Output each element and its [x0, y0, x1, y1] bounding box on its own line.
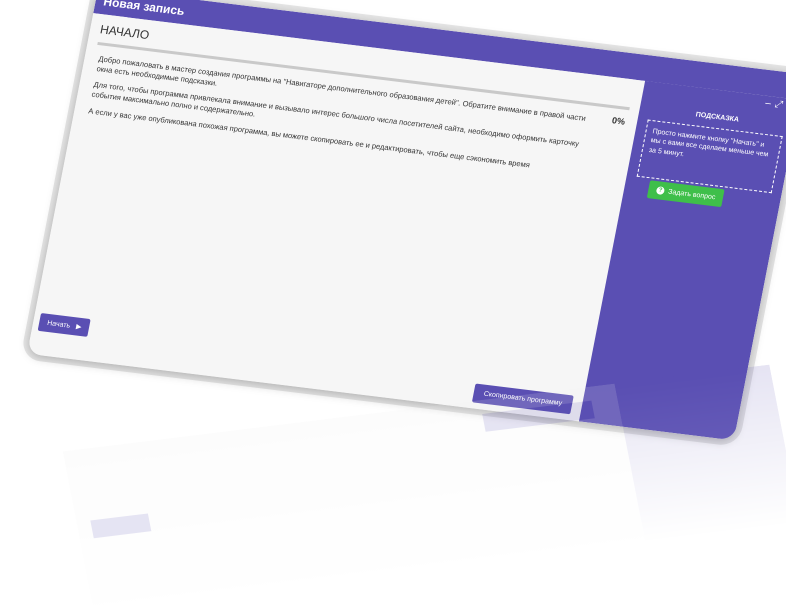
window-controls: – ⤢ ×: [764, 98, 786, 112]
wizard-window: Новая запись НАЧАЛО 0% Добро пожаловать …: [27, 0, 786, 440]
minimize-icon[interactable]: –: [764, 98, 772, 110]
play-icon: ▶: [75, 322, 82, 331]
ask-question-label: Задать вопрос: [668, 188, 716, 201]
scene: Новая запись НАЧАЛО 0% Добро пожаловать …: [0, 0, 786, 590]
progress-fill: [97, 42, 98, 45]
main-panel: НАЧАЛО 0% Добро пожаловать в мастер созд…: [27, 13, 645, 421]
reflection-side: [615, 365, 786, 541]
start-button-label: Начать: [47, 319, 71, 329]
question-icon: ?: [656, 186, 665, 195]
start-button[interactable]: Начать ▶: [38, 313, 92, 337]
step-title: НАЧАЛО: [99, 22, 151, 42]
progress-percent: 0%: [611, 115, 626, 126]
maximize-icon[interactable]: ⤢: [774, 99, 784, 111]
